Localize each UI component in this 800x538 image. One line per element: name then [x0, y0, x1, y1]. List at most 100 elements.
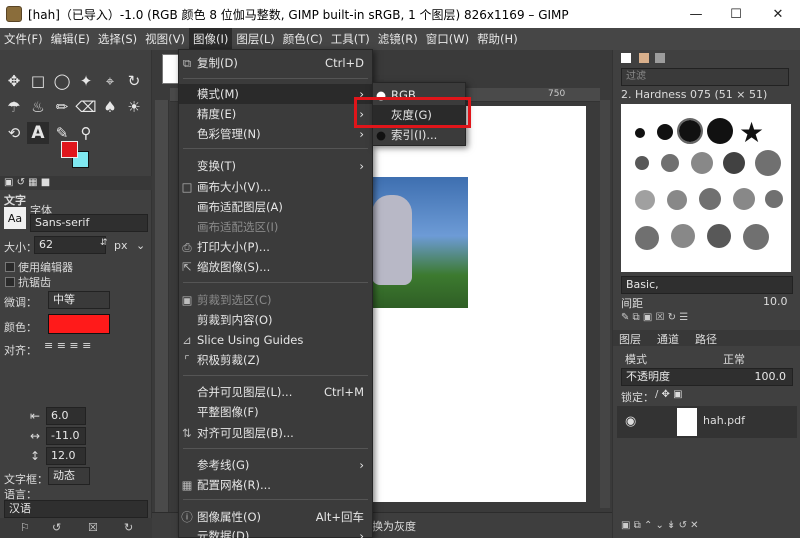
brush-swatch[interactable] — [723, 152, 745, 174]
delete-options-icon[interactable]: ☒ — [88, 521, 98, 534]
menu-item-canvas-size[interactable]: □ 画布大小(V)... — [179, 177, 372, 197]
brush-swatch-selected[interactable] — [677, 118, 703, 144]
paths-tool-icon[interactable]: ⟲ — [3, 122, 25, 144]
menu-view[interactable]: 视图(V) — [141, 28, 189, 50]
brush-swatch[interactable] — [635, 226, 659, 250]
opacity-field[interactable]: 不透明度 100.0 — [621, 368, 793, 386]
size-field[interactable]: 62 — [34, 236, 106, 254]
brush-grid[interactable]: ★ — [621, 104, 791, 272]
menu-image[interactable]: 图像(I) — [188, 28, 233, 50]
smudge-tool-icon[interactable]: ☀ — [123, 96, 145, 118]
brush-swatch[interactable] — [733, 188, 755, 210]
warp-tool-icon[interactable]: ☂ — [3, 96, 25, 118]
hinting-dropdown[interactable]: 中等 — [48, 291, 110, 309]
brush-filter-input[interactable]: 过滤 — [621, 68, 789, 86]
layer-mode-value[interactable]: 正常 — [723, 351, 745, 367]
star-brush-icon[interactable]: ★ — [739, 116, 764, 149]
brush-swatch[interactable] — [667, 190, 687, 210]
menu-edit[interactable]: 编辑(E) — [47, 28, 94, 50]
foreground-color-swatch[interactable] — [61, 141, 78, 158]
menu-item-align-visible[interactable]: ⇅ 对齐可见图层(B)... — [179, 423, 372, 443]
brush-swatch[interactable] — [691, 152, 713, 174]
brush-swatch[interactable] — [743, 224, 769, 250]
menu-item-image-properties[interactable]: ⓘ 图像属性(O) Alt+回车 — [179, 507, 372, 527]
lock-icons[interactable]: / ✥ ▣ — [655, 389, 683, 400]
menu-layer[interactable]: 图层(L) — [232, 28, 278, 50]
move-tool-icon[interactable]: ✥ — [3, 70, 25, 92]
brush-swatch[interactable] — [657, 124, 673, 140]
tab-channels[interactable]: 通道 — [657, 331, 679, 347]
size-unit[interactable]: px — [114, 239, 128, 252]
brush-swatch[interactable] — [671, 224, 695, 248]
brush-swatch[interactable] — [635, 156, 649, 170]
brush-swatch[interactable] — [661, 154, 679, 172]
restore-options-icon[interactable]: ↺ — [52, 521, 61, 534]
tab-paths[interactable]: 路径 — [695, 331, 717, 347]
zoom-tool-icon[interactable]: ⚲ — [75, 122, 97, 144]
tab-layers[interactable]: 图层 — [619, 331, 641, 347]
eraser-icon[interactable]: ⌫ — [75, 96, 97, 118]
menu-item-metadata[interactable]: 元数据(D) › — [179, 526, 372, 538]
menu-item-color-management[interactable]: 色彩管理(N) › — [179, 124, 372, 144]
brush-preset-field[interactable]: Basic, — [621, 276, 793, 294]
menu-item-precision[interactable]: 精度(E) › — [179, 104, 372, 124]
menu-item-guides[interactable]: 参考线(G) › — [179, 455, 372, 475]
layer-row[interactable]: ◉ hah.pdf — [617, 406, 797, 438]
menu-windows[interactable]: 窗口(W) — [422, 28, 473, 50]
menu-item-scale-image[interactable]: ⇱ 缩放图像(S)... — [179, 257, 372, 277]
maximize-icon[interactable]: ☐ — [716, 0, 756, 28]
menu-item-crop-to-content[interactable]: 剪裁到内容(O) — [179, 310, 372, 330]
menu-item-duplicate[interactable]: ⧉ 复制(D) Ctrl+D — [179, 53, 372, 73]
menu-file[interactable]: 文件(F) — [0, 28, 47, 50]
menu-item-mode[interactable]: 模式(M) › — [179, 84, 372, 104]
minimize-icon[interactable]: — — [676, 0, 716, 28]
brush-swatch[interactable] — [699, 188, 721, 210]
chevron-down-icon[interactable]: ⌄ — [136, 239, 145, 252]
close-icon[interactable]: ✕ — [758, 0, 798, 28]
fuzzy-select-icon[interactable]: ✦ — [75, 70, 97, 92]
tab-tool-options[interactable]: ▣ ↺ ▦ ■ — [4, 177, 50, 188]
menu-item-flatten[interactable]: 平整图像(F) — [179, 402, 372, 422]
paintbrush-icon[interactable]: ✏ — [51, 96, 73, 118]
menu-item-fit-canvas-layers[interactable]: 画布适配图层(A) — [179, 197, 372, 217]
free-select-icon[interactable]: ◯ — [51, 70, 73, 92]
size-stepper[interactable]: ⇵ — [100, 238, 108, 248]
spacing-value[interactable]: 10.0 — [763, 295, 788, 308]
menu-item-configure-grid[interactable]: ▦ 配置网格(R)... — [179, 475, 372, 495]
layer-actions[interactable]: ▣ ⧉ ⌃ ⌄ ↡ ↺ ✕ — [621, 520, 797, 534]
menu-item-slice-guides[interactable]: ⊿ Slice Using Guides — [179, 330, 372, 350]
fg-bg-mini-icon[interactable] — [621, 53, 631, 63]
brush-swatch[interactable] — [707, 118, 733, 144]
crop-tool-icon[interactable]: ⌖ — [99, 70, 121, 92]
brush-swatch[interactable] — [707, 224, 731, 248]
menu-item-transform[interactable]: 变换(T) › — [179, 156, 372, 176]
language-field[interactable]: 汉语 — [4, 500, 148, 518]
menu-tools[interactable]: 工具(T) — [327, 28, 374, 50]
save-options-icon[interactable]: ⚐ — [20, 521, 30, 534]
mode-indexed[interactable]: ● 索引(I)... — [373, 125, 465, 145]
bucket-fill-icon[interactable]: ♨ — [27, 96, 49, 118]
patterns-tab-icon[interactable] — [655, 53, 665, 63]
menu-select[interactable]: 选择(S) — [94, 28, 141, 50]
transform-tool-icon[interactable]: ↻ — [123, 70, 145, 92]
brush-swatch[interactable] — [755, 150, 781, 176]
brushes-tab-icon[interactable] — [639, 53, 649, 63]
text-color-button[interactable] — [48, 314, 110, 334]
eye-icon[interactable]: ◉ — [625, 414, 636, 429]
font-preview-icon[interactable]: Aa — [4, 207, 26, 229]
brush-swatch[interactable] — [635, 190, 655, 210]
menu-item-merge-visible[interactable]: 合并可见图层(L)... Ctrl+M — [179, 382, 372, 402]
menu-item-print-size[interactable]: ⎙ 打印大小(P)... — [179, 237, 372, 257]
use-editor-checkbox[interactable] — [5, 262, 15, 272]
brush-actions[interactable]: ✎ ⧉ ▣ ☒ ↻ ☰ — [621, 312, 793, 326]
menu-filters[interactable]: 滤镜(R) — [374, 28, 422, 50]
menu-colors[interactable]: 颜色(C) — [279, 28, 327, 50]
text-tool-icon[interactable]: A — [27, 122, 49, 144]
reset-options-icon[interactable]: ↻ — [124, 521, 133, 534]
justify-buttons[interactable]: ≡ ≡ ≡ ≡ — [44, 339, 108, 355]
clone-tool-icon[interactable]: ♠ — [99, 96, 121, 118]
brush-swatch[interactable] — [765, 190, 783, 208]
font-field[interactable]: Sans-serif — [30, 214, 148, 232]
vertical-scrollbar[interactable] — [600, 100, 610, 508]
menu-help[interactable]: 帮助(H) — [473, 28, 522, 50]
